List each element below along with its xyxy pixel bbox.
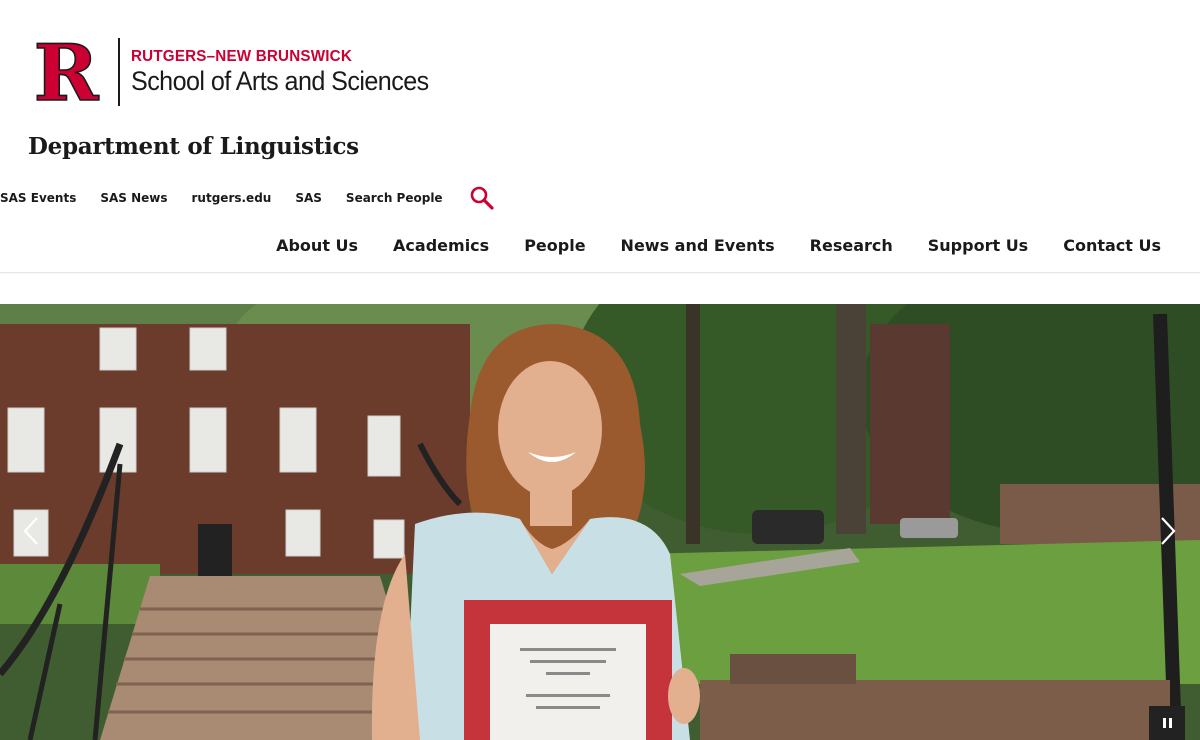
department-title[interactable]: Department of Linguistics [28,133,359,160]
chevron-left-icon [23,517,38,545]
carousel-next-button[interactable] [1153,514,1183,548]
main-nav: About Us Academics People News and Event… [241,236,1161,255]
nav-contact-us[interactable]: Contact Us [1063,236,1161,255]
logo-text: RUTGERS–NEW BRUNSWICK School of Arts and… [131,38,451,96]
util-link-sas-events[interactable]: SAS Events [0,191,76,205]
nav-support-us[interactable]: Support Us [928,236,1028,255]
site-header: R RUTGERS–NEW BRUNSWICK School of Arts a… [0,0,1200,273]
pause-icon [1161,718,1173,728]
utility-nav: SAS Events SAS News rutgers.edu SAS Sear… [0,185,495,211]
hero-image [0,304,1200,740]
carousel-prev-button[interactable] [16,514,46,548]
search-icon[interactable] [469,185,495,211]
chevron-right-icon [1161,517,1176,545]
util-link-sas[interactable]: SAS [295,191,322,205]
nav-research[interactable]: Research [810,236,893,255]
logo-subtitle: RUTGERS–NEW BRUNSWICK [131,48,353,65]
util-link-search-people[interactable]: Search People [346,191,443,205]
sas-logo[interactable]: R RUTGERS–NEW BRUNSWICK School of Arts a… [27,38,451,106]
nav-people[interactable]: People [524,236,585,255]
util-link-rutgers-edu[interactable]: rutgers.edu [192,191,272,205]
logo-divider [118,38,120,106]
carousel-pause-button[interactable] [1149,706,1185,740]
svg-text:R: R [34,38,100,106]
nav-academics[interactable]: Academics [393,236,489,255]
nav-about-us[interactable]: About Us [276,236,358,255]
util-link-sas-news[interactable]: SAS News [100,191,167,205]
hero-carousel [0,304,1200,740]
rutgers-r-logo: R [27,38,105,106]
nav-news-and-events[interactable]: News and Events [621,236,775,255]
logo-title: School of Arts and Sciences [131,66,429,96]
